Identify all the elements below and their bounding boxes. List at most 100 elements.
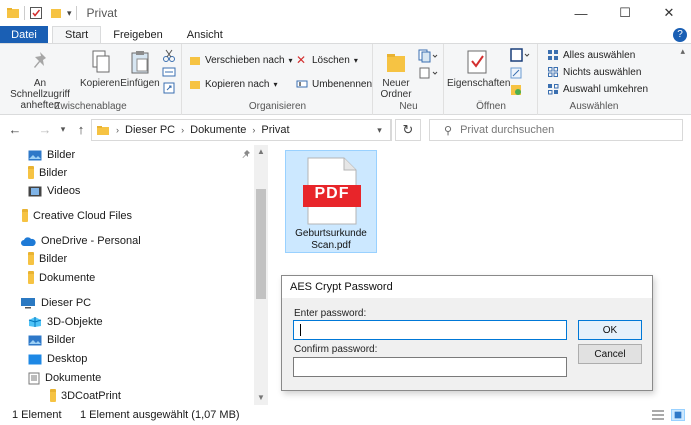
select-none-button[interactable]: Nichts auswählen	[547, 66, 641, 78]
group-zwischenablage: An Schnellzugriff anheften Kopieren Einf…	[0, 44, 182, 115]
maximize-button[interactable]: ☐	[603, 0, 647, 26]
nav-item-creative-cloud[interactable]: Creative Cloud Files	[22, 207, 132, 225]
copy-to-label: Kopieren nach	[205, 78, 270, 90]
properties-check-icon[interactable]	[29, 6, 43, 20]
details-view-icon[interactable]	[651, 409, 665, 421]
forward-button[interactable]: →	[34, 122, 56, 137]
paste-label: Einfügen	[120, 78, 160, 89]
paste-shortcut-icon[interactable]	[162, 82, 176, 94]
folder-icon	[28, 165, 34, 179]
confirm-password-input[interactable]	[293, 357, 567, 377]
nav-item-pc-dokumente[interactable]: Dokumente	[28, 369, 101, 387]
tab-ansicht[interactable]: Ansicht	[175, 26, 235, 43]
title-bar: ▾ Privat — ☐ ✕	[0, 0, 691, 26]
nav-item-onedrive[interactable]: OneDrive - Personal	[20, 232, 141, 250]
window-controls: — ☐ ✕	[559, 0, 691, 26]
invert-selection-label: Auswahl umkehren	[563, 83, 649, 95]
group-label-neu: Neu	[399, 101, 418, 112]
aes-crypt-dialog: AES Crypt Password Enter password: Confi…	[281, 275, 653, 391]
edit-icon[interactable]	[509, 66, 523, 80]
nav-item-videos[interactable]: Videos	[28, 182, 80, 200]
nav-item-3dcoatprint[interactable]: 3DCoatPrint	[50, 387, 121, 405]
videos-icon	[28, 186, 42, 196]
enter-password-input[interactable]	[293, 320, 567, 340]
ribbon: An Schnellzugriff anheften Kopieren Einf…	[0, 43, 691, 115]
invert-selection-button[interactable]: Auswahl umkehren	[547, 83, 648, 95]
invert-selection-icon	[548, 84, 559, 95]
scrollbar-thumb[interactable]	[256, 189, 266, 299]
nav-item-onedrive-bilder[interactable]: Bilder	[28, 250, 67, 268]
open-icon[interactable]	[509, 48, 531, 62]
move-to-button[interactable]: Verschieben nach ▾	[189, 54, 293, 66]
copy-path-icon[interactable]	[162, 66, 176, 78]
scroll-up-icon[interactable]: ▲	[254, 145, 268, 159]
select-none-icon	[548, 67, 558, 77]
enter-password-label: Enter password:	[294, 308, 367, 319]
nav-item-pc-bilder[interactable]: Bilder	[28, 331, 75, 349]
copy-to-button[interactable]: Kopieren nach ▾	[189, 78, 278, 90]
new-folder-button[interactable]: Neuer Ordner	[376, 48, 416, 100]
back-button[interactable]: ←	[4, 122, 26, 137]
new-folder-icon	[387, 54, 405, 72]
quick-access-dropdown-icon[interactable]: ▾	[67, 8, 72, 19]
large-icons-view-icon[interactable]	[671, 409, 685, 421]
breadcrumb-privat[interactable]: Privat	[261, 124, 289, 136]
pin-icon[interactable]	[242, 149, 252, 159]
copy-button[interactable]: Kopieren	[78, 48, 122, 89]
nav-item-onedrive-dokumente[interactable]: Dokumente	[28, 269, 95, 287]
documents-icon	[28, 372, 40, 384]
tab-freigeben[interactable]: Freigeben	[101, 26, 175, 43]
tab-start[interactable]: Start	[52, 26, 102, 43]
properties-label: Eigenschaften	[447, 78, 511, 89]
group-auswaehlen: Alles auswählen Nichts auswählen Auswahl…	[539, 44, 649, 115]
file-item-pdf[interactable]: PDF Geburtsurkunde Scan.pdf	[285, 150, 377, 253]
address-bar[interactable]: › Dieser PC › Dokumente › Privat	[91, 119, 391, 141]
easy-access-icon[interactable]	[418, 66, 438, 80]
chevron-right-icon: ›	[116, 125, 119, 135]
confirm-password-label: Confirm password:	[294, 344, 378, 355]
breadcrumb-dieser-pc[interactable]: Dieser PC	[125, 124, 175, 136]
cancel-button[interactable]: Cancel	[578, 344, 642, 364]
nav-item-bilder-2[interactable]: Bilder	[28, 164, 67, 182]
nav-label: Dokumente	[39, 272, 96, 284]
search-box[interactable]: ⚲ Privat durchsuchen	[429, 119, 683, 141]
minimize-button[interactable]: —	[559, 0, 603, 26]
dialog-title: AES Crypt Password	[282, 276, 652, 298]
file-name-line1: Geburtsurkunde	[295, 228, 367, 239]
nav-item-bilder-quick[interactable]: Bilder	[28, 146, 75, 164]
rename-icon	[296, 80, 308, 88]
copy-label: Kopieren	[79, 78, 121, 89]
paste-icon	[131, 51, 149, 74]
select-all-button[interactable]: Alles auswählen	[547, 49, 635, 61]
recent-locations-icon[interactable]: ▾	[56, 124, 70, 135]
paste-button[interactable]: Einfügen	[118, 48, 162, 89]
nav-item-desktop[interactable]: Desktop	[28, 350, 87, 368]
delete-button[interactable]: ✕ Löschen ▾	[296, 54, 358, 66]
delete-label: Löschen	[312, 54, 350, 66]
tab-datei[interactable]: Datei	[0, 26, 48, 43]
address-dropdown-icon[interactable]: ▾	[368, 119, 392, 141]
group-neu: Neuer Ordner Neu	[374, 44, 444, 115]
group-label-oeffnen: Öffnen	[476, 101, 506, 112]
breadcrumb-dokumente[interactable]: Dokumente	[190, 124, 246, 136]
new-item-icon[interactable]	[418, 49, 438, 63]
copy-to-icon	[190, 81, 200, 89]
cut-icon[interactable]	[162, 49, 176, 62]
search-icon: ⚲	[444, 124, 453, 137]
collapse-ribbon-icon[interactable]: ▴	[680, 46, 685, 57]
ribbon-tabs: Datei Start Freigeben Ansicht ?	[0, 26, 691, 43]
scroll-down-icon[interactable]: ▼	[254, 391, 268, 405]
nav-item-3d-objekte[interactable]: 3D-Objekte	[28, 313, 103, 331]
history-icon[interactable]	[509, 83, 523, 97]
nav-item-dieser-pc[interactable]: Dieser PC	[20, 294, 91, 312]
rename-button[interactable]: Umbenennen	[296, 78, 372, 90]
new-folder-icon[interactable]	[49, 6, 63, 20]
help-icon[interactable]: ?	[673, 28, 687, 42]
pdf-badge: PDF	[314, 185, 350, 202]
ok-button[interactable]: OK	[578, 320, 642, 340]
close-button[interactable]: ✕	[647, 0, 691, 26]
folder-icon	[7, 8, 19, 18]
up-button[interactable]: ↑	[70, 122, 92, 137]
properties-button[interactable]: Eigenschaften	[447, 48, 511, 89]
refresh-button[interactable]: ↻	[395, 119, 421, 141]
